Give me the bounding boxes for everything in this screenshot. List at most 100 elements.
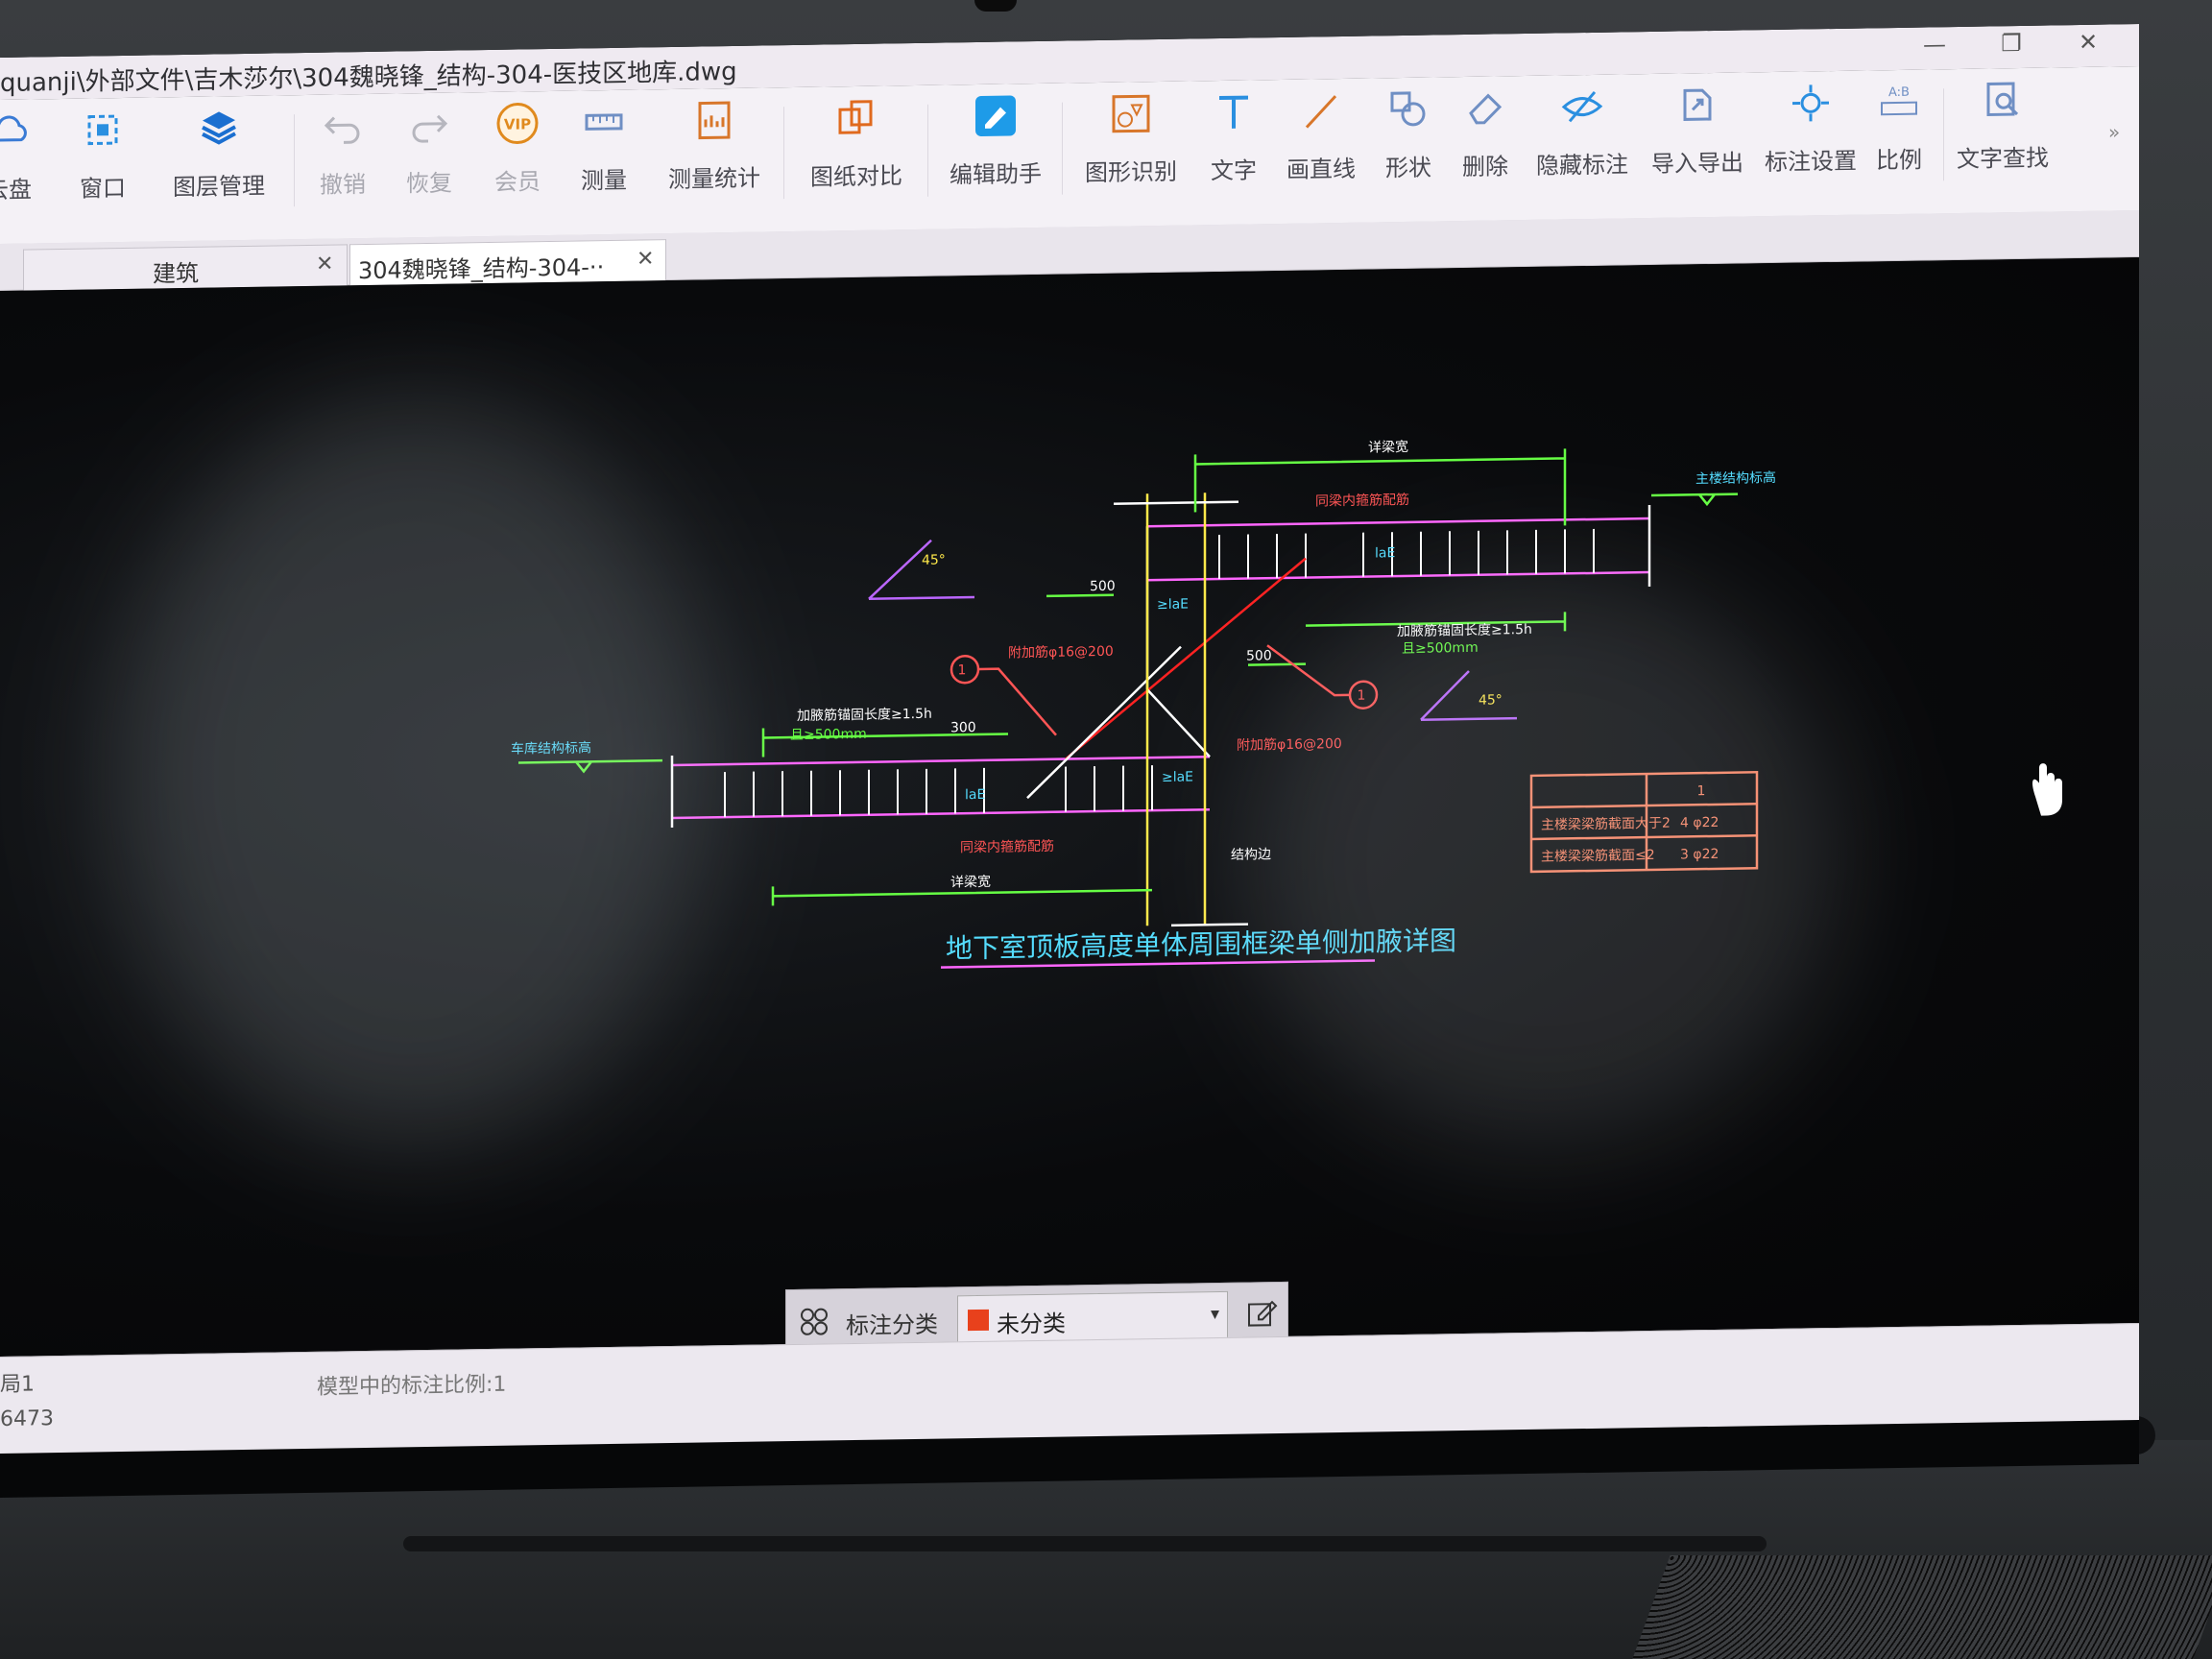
note-lae: laE [1375,545,1395,561]
tool-label: 删除 [1462,153,1508,181]
tool-shape-recognize[interactable]: 图形识别 [1077,91,1185,208]
tool-label: 撤销 [320,171,366,199]
tool-compare[interactable]: 图纸对比 [799,95,914,212]
ribbon-separator [783,107,784,200]
column-break-top [1114,500,1238,506]
cad-drawing[interactable]: 45° 45° 500 500 300 1 1 附加筋φ16@200 附加筋φ1… [0,257,2139,1357]
tool-redo[interactable]: 恢复 [396,102,463,218]
tool-window[interactable]: 窗口 [69,108,136,224]
screen: quanji\外部文件\吉木莎尔\304魏晓锋_结构-304-医技区地库.dwg… [0,23,2139,1499]
dim-label: 300 [950,720,976,735]
minimize-button[interactable]: — [1911,31,1959,64]
tool-label: 窗口 [80,174,126,203]
tool-hide-marks[interactable]: 隐藏标注 [1534,84,1630,201]
ribbon-separator [294,114,295,207]
ribbon-separator [927,104,928,197]
layers-icon [202,111,236,145]
tool-label: 图纸对比 [810,162,902,191]
cloud-icon [0,115,27,142]
callout-leader [1266,644,1349,697]
tab-structure[interactable]: 304魏晓锋_结构-304-·· ✕ [349,239,666,286]
shape-recognize-icon [1112,94,1150,133]
column-break-bottom [1171,923,1248,927]
tool-layers[interactable]: 图层管理 [161,105,276,222]
tool-label: 编辑助手 [950,159,1042,189]
category-select[interactable]: 未分类 ▾ [957,1290,1228,1344]
tool-line[interactable]: 画直线 [1283,88,1359,204]
table-row-value: 4 φ22 [1680,815,1719,831]
text-icon [1219,95,1248,129]
tool-undo[interactable]: 撤销 [309,104,376,220]
vip-icon: VIP [496,103,539,145]
tool-edit-helper[interactable]: 编辑助手 [943,93,1048,210]
tab-label: 建筑 [153,259,199,288]
note-rebar: 附加筋φ16@200 [1008,643,1114,661]
tool-label: 文字 [1211,156,1257,185]
note-lae: ≥laE [1157,597,1189,613]
note-rebar: 附加筋φ16@200 [1237,735,1342,754]
window-icon [87,114,118,146]
category-label: 标注分类 [846,1310,938,1340]
compare-icon [838,100,873,134]
category-value: 未分类 [997,1310,1066,1338]
note-structure-edge: 结构边 [1231,847,1271,863]
more-tools-icon[interactable]: » [2108,120,2120,143]
table-row-name: 主楼梁梁筋截面大于2 [1541,815,1671,833]
angle-mark-right [1420,670,1517,722]
hinge-groove [403,1536,1767,1551]
note-anchor-length: 加腋筋锚固长度≥1.5h [797,706,932,724]
tool-label: 形状 [1385,154,1431,182]
close-icon[interactable]: ✕ [316,252,333,276]
angle-label: 45° [922,553,946,568]
tab-label: 304魏晓锋_结构-304-·· [358,253,605,285]
scale-icon: A:B [1881,85,1917,116]
tab-architecture[interactable]: 建筑 ✕ [23,244,348,291]
table-row-name: 主楼梁梁筋截面≤2 [1541,847,1655,865]
tool-text[interactable]: 文字 [1200,89,1267,205]
tool-measure[interactable]: 测量 [570,100,637,216]
lower-slab-top [672,755,1210,767]
tool-label: 测量统计 [668,164,760,194]
webcam [974,0,1017,12]
eraser-icon [1469,93,1503,125]
line-icon [1305,95,1337,129]
tool-label: 图形识别 [1085,157,1177,187]
tool-import-export[interactable]: 导入导出 [1649,82,1745,199]
ruler-icon [585,113,623,131]
drawing-canvas[interactable]: 45° 45° 500 500 300 1 1 附加筋φ16@200 附加筋φ1… [0,256,2139,1358]
tool-find-text[interactable]: 文字查找 [1955,77,2051,194]
layout-tab[interactable]: 局1 [0,1366,35,1398]
tool-label: 文字查找 [1957,144,2049,173]
elev-mark-lower [518,758,662,774]
tool-disk[interactable]: 云盘 [0,108,42,225]
shapes-icon [1390,91,1426,127]
tool-label: 导入导出 [1651,149,1743,178]
note-beam-width: 详梁宽 [1368,439,1408,456]
note-stirrup: 同梁内箍筋配筋 [960,838,1054,856]
note-anchor-length: 加腋筋锚固长度≥1.5h [1397,621,1532,639]
angle-label: 45° [1479,692,1503,708]
restore-button[interactable]: ❐ [1987,30,2035,63]
redo-icon [412,114,448,143]
tool-mark-settings[interactable]: 标注设置 [1763,81,1859,198]
tool-delete[interactable]: 删除 [1452,85,1519,202]
tool-label: 恢复 [406,169,452,198]
tool-measure-stats[interactable]: 测量统计 [657,97,772,214]
table-header: 1 [1697,783,1706,799]
category-grid-icon[interactable] [800,1307,829,1335]
tool-vip[interactable]: VIP 会员 [484,101,551,217]
edit-category-icon[interactable] [1245,1296,1278,1330]
speaker-grill [1632,1555,2212,1659]
tool-shape[interactable]: 形状 [1375,86,1442,203]
dim-label: 500 [1246,648,1272,663]
hide-icon [1561,90,1603,123]
ribbon-separator [1943,88,1944,181]
tool-label: 图层管理 [173,172,265,202]
tool-scale[interactable]: A:B 比例 [1870,79,1928,195]
close-icon[interactable]: ✕ [637,247,654,271]
tool-label: 测量 [581,166,627,195]
close-button[interactable]: ✕ [2064,28,2112,61]
tool-label: 比例 [1876,146,1922,175]
dim-top [1193,448,1567,526]
callout-number: 1 [1358,688,1366,704]
